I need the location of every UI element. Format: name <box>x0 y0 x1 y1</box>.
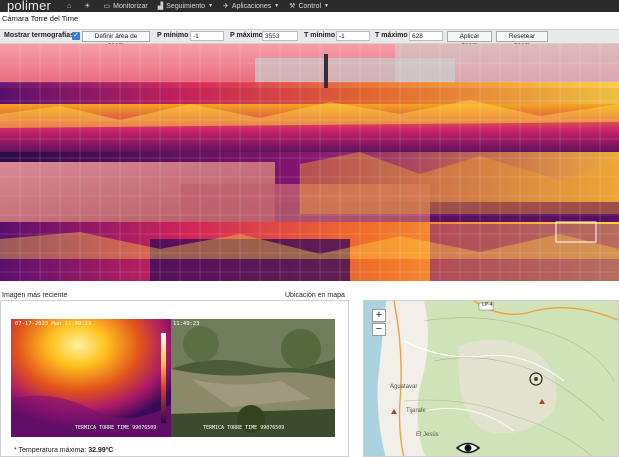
nav-sun[interactable]: ☀ <box>84 2 93 10</box>
zoom-toolbar: Mostrar termografías ✓ Definir área de z… <box>0 29 619 49</box>
map-panel[interactable]: LP-4 + − Aguatavar Tijarafe El Jesús <box>363 300 619 457</box>
home-icon: ⌂ <box>67 2 72 10</box>
apps-icon: ✈ <box>223 3 229 10</box>
define-zoom-button[interactable]: Definir área de zoom <box>82 31 150 49</box>
p-max-label: P máximo <box>230 32 263 39</box>
show-thermo-label: Mostrar termografías <box>4 32 75 39</box>
thermal-caption: TERMICA TORRE TIME 99076509 <box>75 425 157 431</box>
place-el-jesus: El Jesús <box>416 432 439 438</box>
show-thermo-checkbox[interactable]: ✓ <box>72 32 80 40</box>
caret-down-icon: ▼ <box>324 3 329 9</box>
thermal-mosaic-image <box>0 44 619 281</box>
apply-zoom-button[interactable]: Aplicar zoom <box>447 31 492 49</box>
p-max-input[interactable] <box>262 31 298 41</box>
nav-monitorizar[interactable]: ▭ Monitorizar <box>103 2 148 11</box>
visible-snapshot[interactable]: 11:49:23 TERMICA TORRE TIME 99076509 <box>171 319 335 437</box>
brand-logo[interactable]: polimer <box>7 0 57 12</box>
map-zoom-in-button[interactable]: + <box>372 309 386 322</box>
max-temp-label: * Temperatura máxima: <box>14 447 87 454</box>
max-temperature: * Temperatura máxima: 32.99ºC <box>14 447 113 454</box>
visible-timestamp: 11:49:23 <box>173 321 200 327</box>
recent-image-title: Imagen más reciente <box>2 292 68 299</box>
t-max-input[interactable] <box>409 31 443 41</box>
t-max-label: T máximo <box>375 32 408 39</box>
wrench-icon: ⚒ <box>289 3 296 10</box>
p-min-input[interactable] <box>190 31 224 41</box>
thermal-snapshot[interactable]: 07-17-2023 Mon 11:49:23 TERMICA TORRE TI… <box>11 319 171 437</box>
nav-label: Aplicaciones <box>231 2 272 10</box>
visible-snapshot-image <box>171 319 335 437</box>
place-tijarafe: Tijarafe <box>406 408 426 414</box>
caret-down-icon: ▼ <box>274 3 280 9</box>
max-temp-value: 32.99ºC <box>88 447 114 454</box>
nav-aplicaciones[interactable]: ✈ Aplicaciones ▼ <box>223 2 280 11</box>
visible-caption: TERMICA TORRE TIME 99076509 <box>203 425 285 431</box>
map-location-title: Ubicación en mapa <box>285 292 345 299</box>
thermal-mosaic[interactable] <box>0 44 619 281</box>
t-min-label: T mínimo <box>304 32 336 39</box>
nav-label: Seguimiento <box>166 2 206 10</box>
map-zoom-out-button[interactable]: − <box>372 323 386 336</box>
road-label: LP-4 <box>482 302 493 308</box>
nav-label: Monitorizar <box>113 2 148 10</box>
chart-icon: ▟ <box>157 3 164 10</box>
nav-home[interactable]: ⌂ <box>67 3 74 10</box>
thermal-timestamp: 07-17-2023 Mon 11:49:23 <box>15 321 92 327</box>
p-min-label: P mínimo <box>157 32 189 39</box>
caret-down-icon: ▼ <box>208 3 214 9</box>
sun-icon: ☀ <box>84 3 91 10</box>
top-navbar: polimer ⌂ ☀ ▭ Monitorizar ▟ Seguimiento … <box>0 0 619 12</box>
map-canvas <box>364 301 618 456</box>
thermal-snapshot-image <box>11 319 171 437</box>
t-min-input[interactable] <box>336 31 370 41</box>
nav-seguimiento[interactable]: ▟ Seguimiento ▼ <box>157 2 214 11</box>
reset-zoom-button[interactable]: Resetear zoom <box>496 31 548 49</box>
place-aguatavar: Aguatavar <box>390 384 418 390</box>
camera-title: Cámara Torre del Time <box>2 14 79 23</box>
eye-icon[interactable] <box>455 441 481 455</box>
nav-control[interactable]: ⚒ Control ▼ <box>289 2 329 11</box>
nav-label: Control <box>298 2 322 10</box>
monitor-icon: ▭ <box>103 3 111 10</box>
recent-image-panel: 07-17-2023 Mon 11:49:23 TERMICA TORRE TI… <box>0 300 349 457</box>
